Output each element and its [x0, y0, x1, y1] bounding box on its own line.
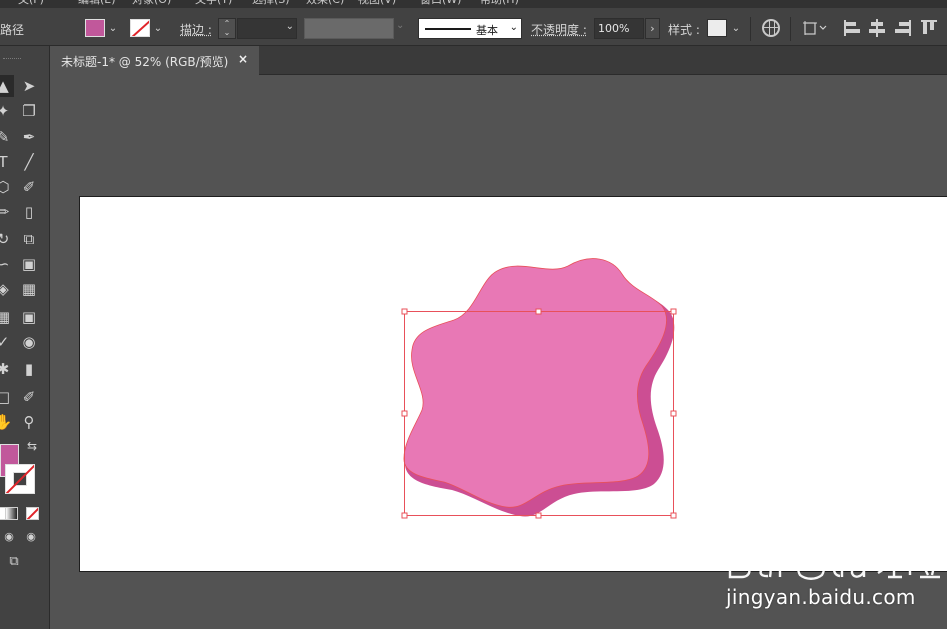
resize-handle-bottom-right	[670, 512, 677, 519]
baidu-logo-icon	[728, 541, 941, 580]
resize-handle-right	[670, 410, 677, 417]
resize-handle-bottom-left	[401, 512, 408, 519]
illustrator-window: 文(F)编辑(E)对象(O)文字(T)选择(S)效果(C)视图(V)窗口(W)帮…	[0, 0, 947, 629]
resize-handle-left	[401, 410, 408, 417]
resize-handle-top	[535, 308, 542, 315]
resize-handle-top-right	[670, 308, 677, 315]
shape-front-face[interactable]	[403, 258, 667, 508]
watermark-url: jingyan.baidu.com	[726, 585, 916, 609]
baidu-jingyan-watermark: jingyan.baidu.com	[724, 525, 944, 610]
resize-handle-bottom	[535, 512, 542, 519]
resize-handle-top-left	[401, 308, 408, 315]
